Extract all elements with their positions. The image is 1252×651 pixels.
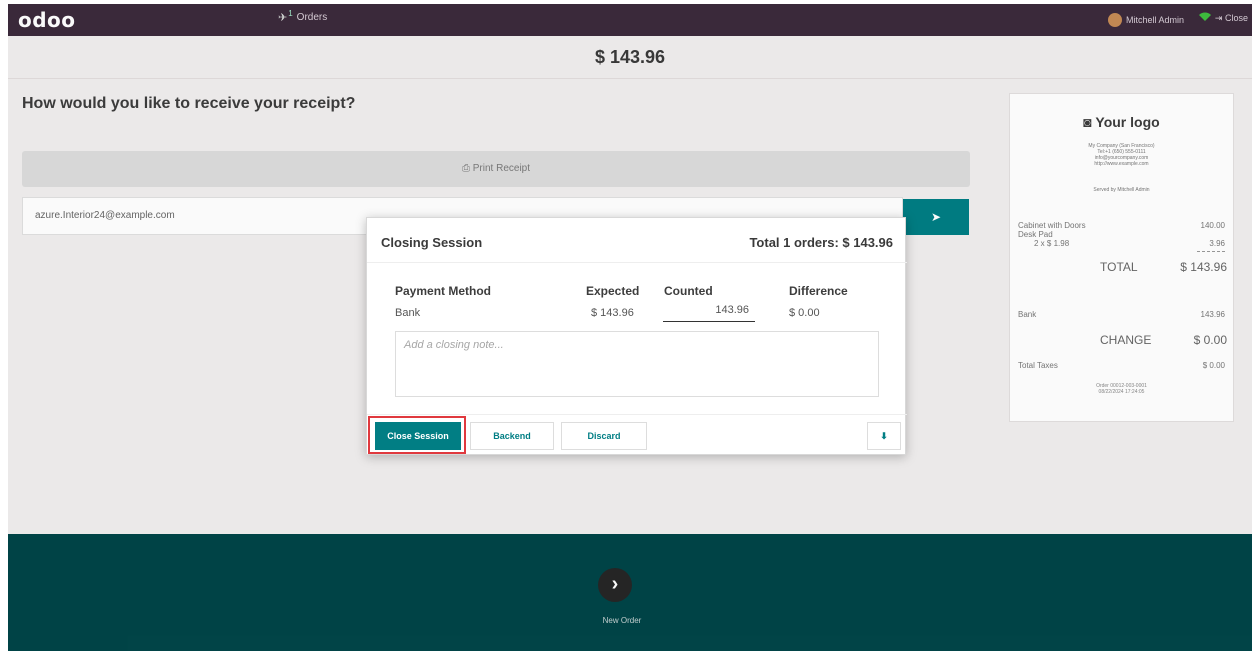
divider: [367, 414, 907, 415]
download-button[interactable]: ⬇: [867, 422, 901, 450]
header-difference: Difference: [789, 284, 848, 298]
divider: [367, 262, 907, 263]
dialog-total: Total 1 orders: $ 143.96: [749, 235, 893, 250]
download-icon: ⬇: [880, 431, 888, 441]
header-payment-method: Payment Method: [395, 284, 492, 298]
row-payment-method: Bank: [395, 307, 421, 319]
row-expected: $ 143.96: [591, 307, 634, 319]
closing-note-textarea[interactable]: Add a closing note...: [395, 331, 879, 397]
pos-screen: odoo ✈ 1 Orders Mitchell Admin ⇥ Close $…: [8, 4, 1252, 651]
closing-session-dialog: Closing Session Total 1 orders: $ 143.96…: [366, 217, 907, 455]
header-expected: Expected: [586, 284, 640, 298]
close-session-button[interactable]: Close Session: [375, 422, 461, 450]
row-difference: $ 0.00: [789, 307, 820, 319]
counted-input[interactable]: 143.96: [663, 304, 755, 322]
discard-button[interactable]: Discard: [561, 422, 647, 450]
header-counted: Counted: [664, 284, 713, 298]
backend-button[interactable]: Backend: [470, 422, 554, 450]
dialog-title: Closing Session: [381, 235, 483, 250]
